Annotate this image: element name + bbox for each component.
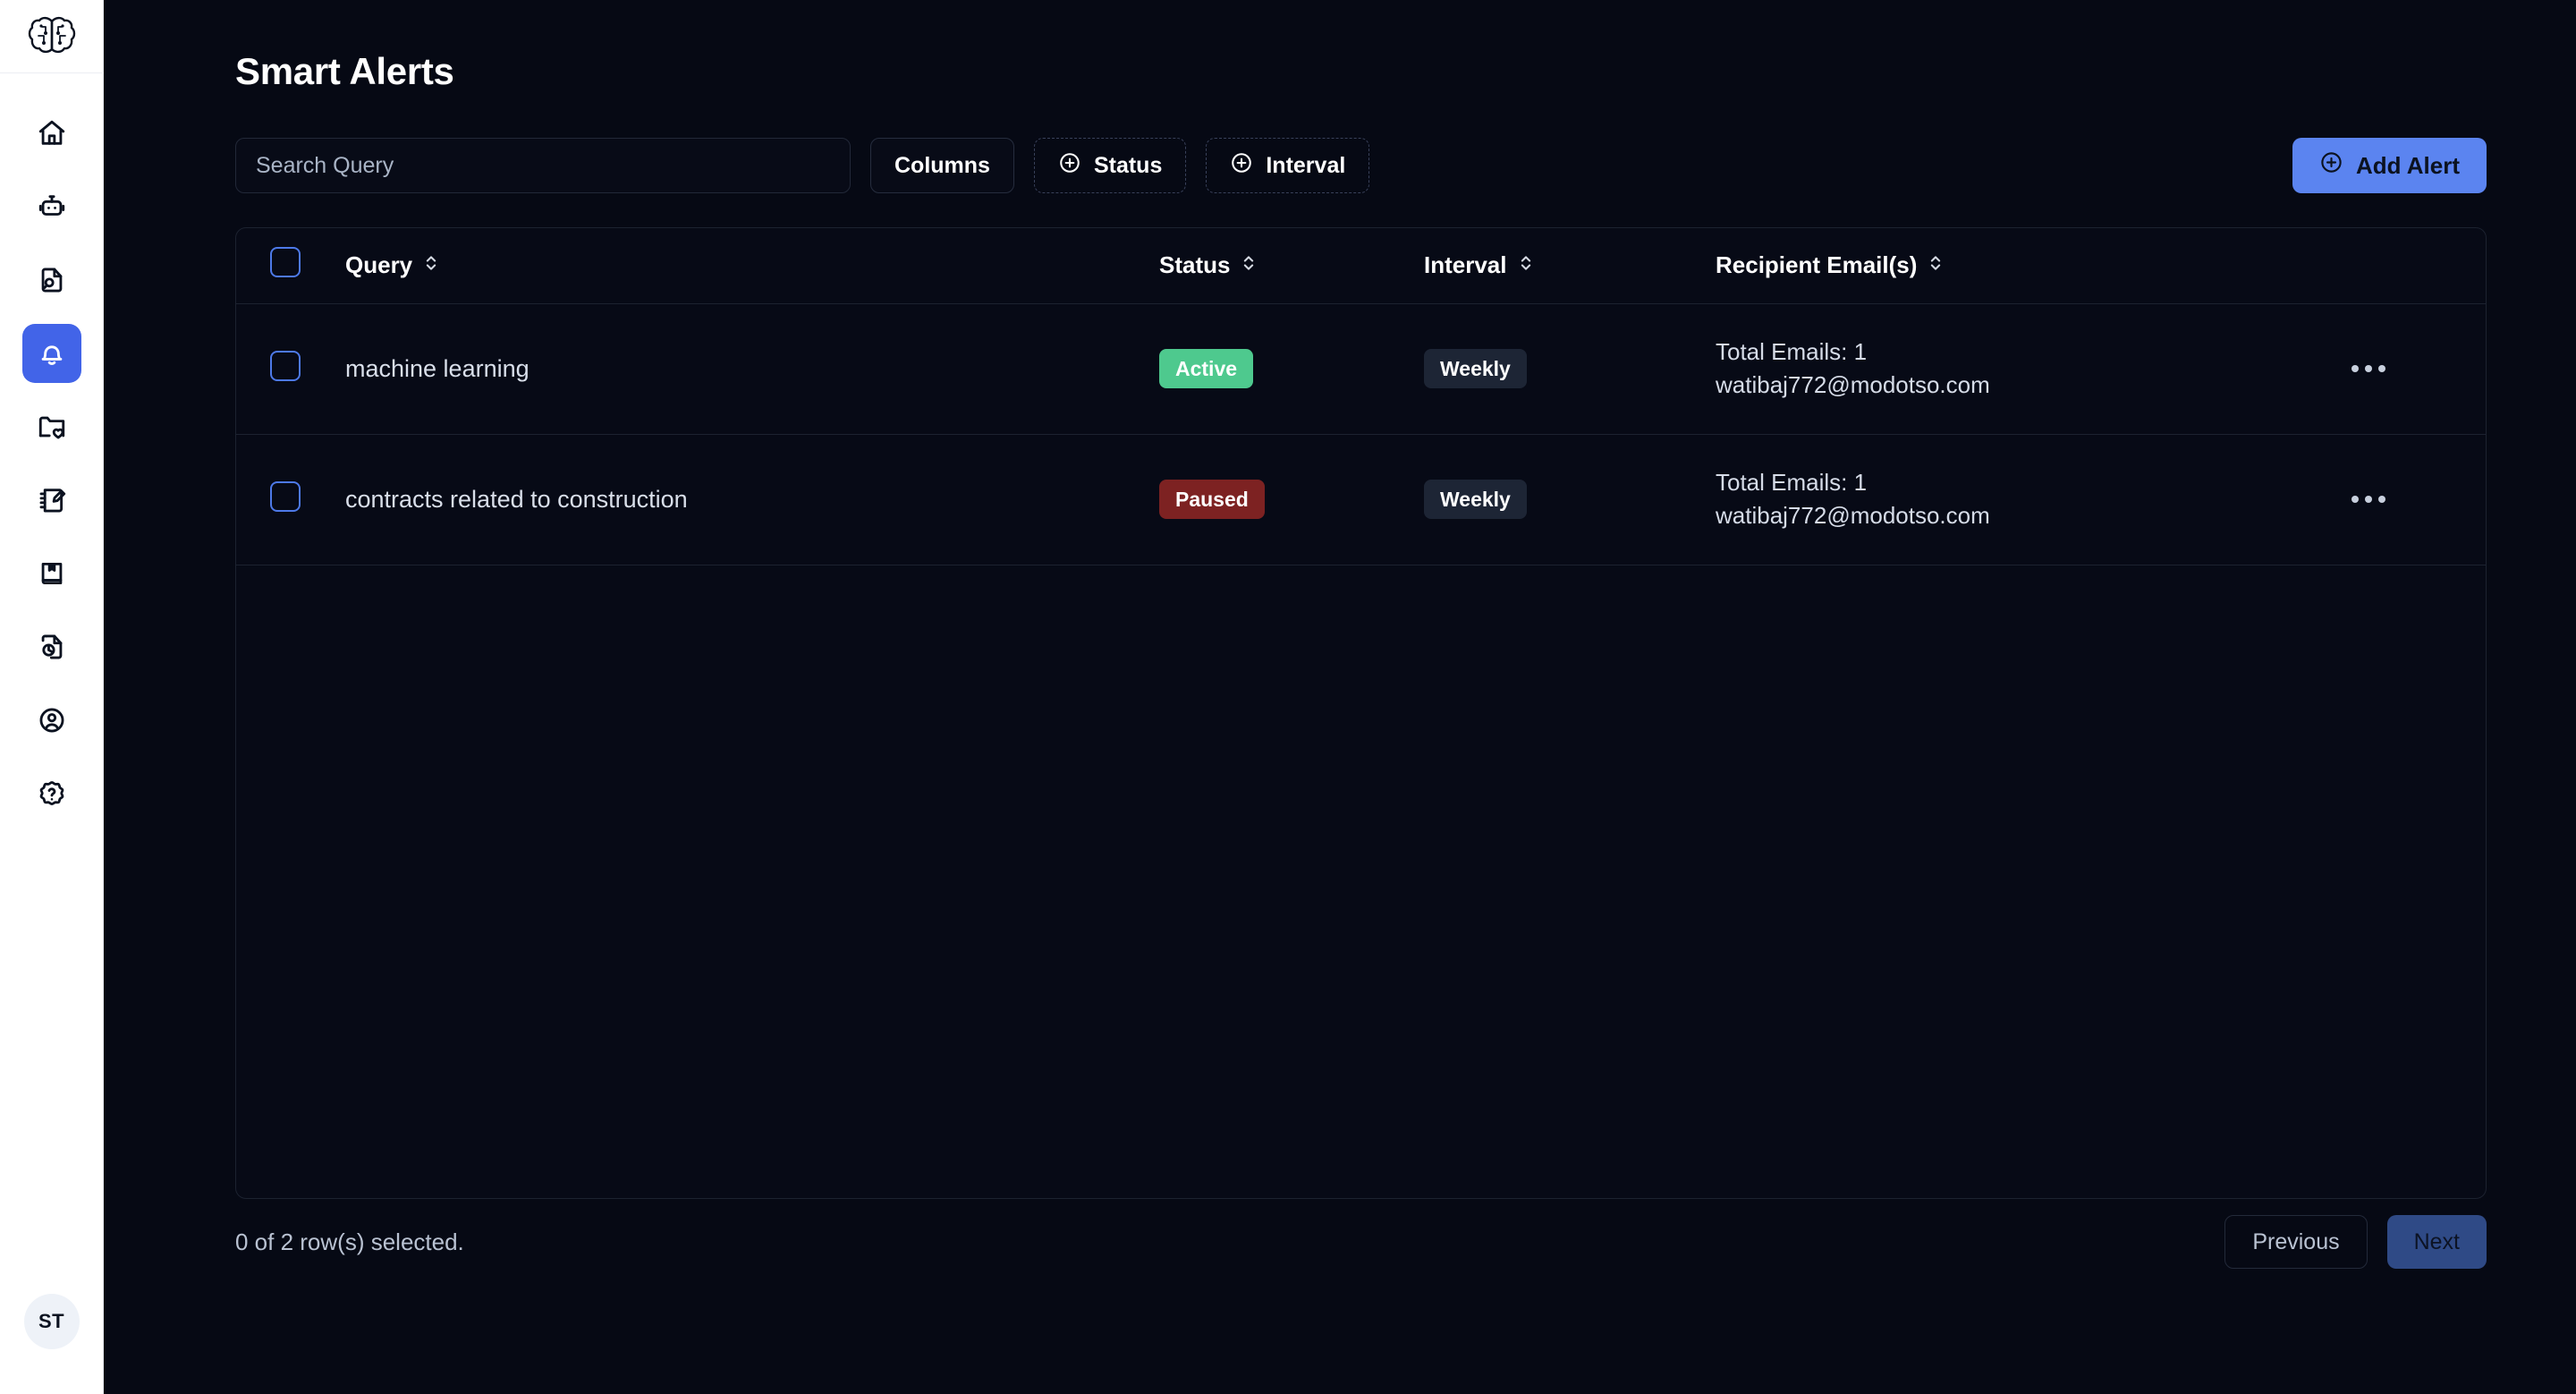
interval-filter-button[interactable]: Interval <box>1206 138 1370 193</box>
column-header-status[interactable]: Status <box>1159 228 1424 304</box>
notebook-pen-icon <box>37 485 67 515</box>
cell-email: Total Emails: 1 watibaj772@modotso.com <box>1716 303 2351 435</box>
table-head: Query Status Interval Recipient Email(s) <box>236 228 2486 304</box>
app-root: ST Smart Alerts Columns Status <box>0 0 2576 1394</box>
sort-icon <box>423 251 439 279</box>
interval-badge: Weekly <box>1424 480 1527 519</box>
book-bookmark-icon <box>37 558 67 589</box>
table-row[interactable]: machine learning Active Weekly Total Ema… <box>236 303 2486 435</box>
file-search-icon <box>37 265 67 295</box>
cell-status: Paused <box>1159 434 1424 565</box>
previous-page-button[interactable]: Previous <box>2224 1215 2368 1269</box>
plus-circle-icon <box>1058 151 1081 181</box>
column-header-email[interactable]: Recipient Email(s) <box>1716 228 2351 304</box>
columns-button[interactable]: Columns <box>870 138 1014 193</box>
row-actions-menu-icon[interactable] <box>2351 496 2486 503</box>
sidebar-nav <box>21 104 81 823</box>
brain-logo[interactable] <box>0 0 104 73</box>
table-footer: 0 of 2 row(s) selected. Previous Next <box>235 1199 2487 1285</box>
bell-icon <box>37 338 67 369</box>
status-badge: Active <box>1159 349 1254 388</box>
sidebar-item-library[interactable] <box>22 544 81 603</box>
sidebar-item-reports[interactable] <box>22 617 81 676</box>
file-chart-icon <box>37 632 67 662</box>
row-checkbox[interactable] <box>270 480 301 512</box>
sort-icon <box>1518 251 1534 279</box>
pagination: Previous Next <box>2224 1215 2487 1269</box>
recipient-email-text: watibaj772@modotso.com <box>1716 371 1990 398</box>
cell-actions <box>2351 303 2486 435</box>
recipient-email-text: watibaj772@modotso.com <box>1716 502 1990 529</box>
column-header-actions <box>2351 228 2486 304</box>
sidebar-item-help[interactable] <box>22 764 81 823</box>
help-badge-icon <box>37 778 67 809</box>
cell-email: Total Emails: 1 watibaj772@modotso.com <box>1716 434 2351 565</box>
sort-icon <box>1241 251 1257 279</box>
columns-button-label: Columns <box>894 152 990 178</box>
cell-status: Active <box>1159 303 1424 435</box>
select-all-checkbox[interactable] <box>270 247 301 278</box>
sort-icon <box>1928 251 1944 279</box>
column-header-query[interactable]: Query <box>345 228 1159 304</box>
sidebar-item-smart-alerts[interactable] <box>21 324 81 383</box>
toolbar: Columns Status Interval <box>235 138 2533 193</box>
status-badge: Paused <box>1159 480 1265 519</box>
sidebar-item-account[interactable] <box>22 691 81 750</box>
select-all-header <box>236 228 345 304</box>
status-filter-label: Status <box>1093 152 1163 178</box>
sidebar: ST <box>0 0 104 1394</box>
cell-interval: Weekly <box>1424 434 1716 565</box>
cell-actions <box>2351 434 2486 565</box>
row-select-cell <box>236 434 345 565</box>
table-row[interactable]: contracts related to construction Paused… <box>236 434 2486 565</box>
main-content: Smart Alerts Columns Status <box>104 0 2576 1394</box>
alerts-table-element: Query Status Interval Recipient Email(s)… <box>236 228 2486 565</box>
column-header-interval-label: Interval <box>1424 251 1507 279</box>
add-alert-button[interactable]: Add Alert <box>2292 138 2487 193</box>
column-header-interval[interactable]: Interval <box>1424 228 1716 304</box>
interval-filter-label: Interval <box>1266 152 1346 178</box>
cell-query: contracts related to construction <box>345 434 1159 565</box>
next-page-button[interactable]: Next <box>2386 1215 2487 1269</box>
folder-heart-icon <box>37 412 67 442</box>
column-header-query-label: Query <box>345 251 413 279</box>
cell-query: machine learning <box>345 303 1159 435</box>
robot-icon <box>37 191 67 222</box>
alerts-table: Query Status Interval Recipient Email(s)… <box>235 227 2487 1199</box>
add-alert-label: Add Alert <box>2355 151 2460 179</box>
status-filter-button[interactable]: Status <box>1033 138 1187 193</box>
plus-circle-icon <box>2319 150 2343 181</box>
plus-circle-icon <box>1230 151 1253 181</box>
total-emails-text: Total Emails: 1 <box>1716 469 1868 497</box>
avatar[interactable]: ST <box>23 1294 80 1349</box>
page-title: Smart Alerts <box>235 50 454 92</box>
interval-badge: Weekly <box>1424 349 1527 388</box>
sidebar-item-home[interactable] <box>22 104 81 163</box>
cell-interval: Weekly <box>1424 303 1716 435</box>
table-header-row: Query Status Interval Recipient Email(s) <box>236 228 2486 304</box>
sidebar-item-assistant[interactable] <box>22 177 81 236</box>
row-actions-menu-icon[interactable] <box>2351 365 2486 372</box>
user-circle-icon <box>37 705 67 735</box>
sidebar-item-search-docs[interactable] <box>22 251 81 310</box>
table-body: machine learning Active Weekly Total Ema… <box>236 303 2486 565</box>
sidebar-item-saved[interactable] <box>22 397 81 456</box>
row-select-cell <box>236 303 345 435</box>
sidebar-item-notes[interactable] <box>22 471 81 530</box>
row-checkbox[interactable] <box>270 350 301 381</box>
column-header-email-label: Recipient Email(s) <box>1716 251 1918 279</box>
search-input[interactable] <box>235 138 851 193</box>
total-emails-text: Total Emails: 1 <box>1716 338 1868 366</box>
rows-selected-text: 0 of 2 row(s) selected. <box>235 1228 464 1255</box>
column-header-status-label: Status <box>1159 251 1231 279</box>
home-icon <box>37 118 67 149</box>
